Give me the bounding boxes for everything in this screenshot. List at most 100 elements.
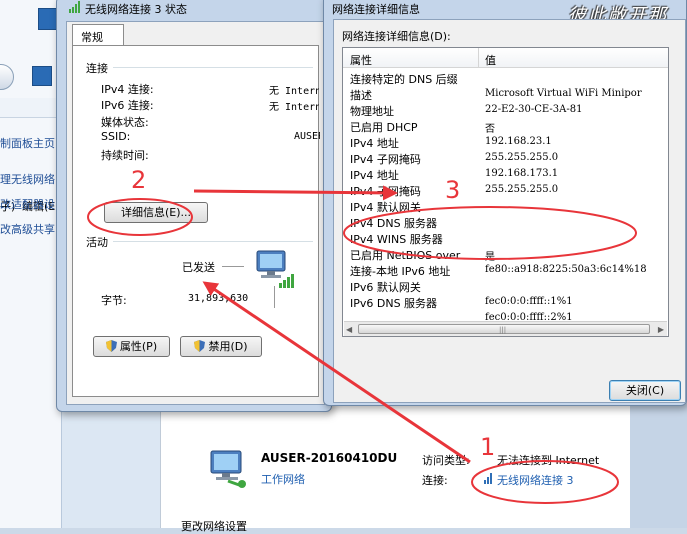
row-value: 192.168.23.1	[485, 136, 552, 147]
table-row[interactable]: IPv6 DNS 服务器 fec0:0:0:ffff::1%1	[343, 294, 668, 310]
close-button[interactable]: 关闭(C)	[609, 380, 681, 401]
row-property: 物理地址	[350, 105, 394, 118]
change-network-settings-heading: 更改网络设置	[181, 520, 247, 533]
row-value: 22-E2-30-CE-3A-81	[485, 104, 583, 115]
sidebar-item-advanced-sharing[interactable]: 改高级共享	[0, 221, 55, 237]
row-value: 192.168.173.1	[485, 168, 559, 179]
menu-bar: 子) 编辑(E)	[0, 98, 62, 213]
details-dialog-title: 网络连接详细信息	[332, 3, 420, 16]
row-property: 已启用 NetBIOS over	[350, 249, 461, 262]
table-row[interactable]: IPv4 地址 192.168.23.1	[343, 134, 668, 150]
table-row[interactable]: 已启用 NetBIOS over 是	[343, 246, 668, 263]
step-1-label: 1	[480, 433, 496, 461]
table-row[interactable]: IPv4 地址 192.168.173.1	[343, 166, 668, 182]
column-divider[interactable]	[478, 48, 479, 68]
status-dialog-body: 常规 连接 IPv4 连接: 无 Internet IPv6 连接: 无 Int…	[66, 21, 325, 405]
step-3-label: 3	[445, 176, 461, 204]
row-property: IPv4 子网掩码	[350, 153, 421, 166]
row-value: 否	[485, 124, 495, 135]
row-property: IPv4 DNS 服务器	[350, 217, 438, 230]
wireless-status-dialog: 无线网络连接 3 状态 常规 连接 IPv4 连接: 无 Internet IP…	[56, 0, 332, 412]
row-value: fec0:0:0:ffff::1%1	[485, 296, 573, 307]
network-activity-icon	[256, 250, 294, 288]
row-property: IPv6 DNS 服务器	[350, 297, 438, 310]
wireless-signal-icon	[484, 473, 492, 484]
tab-general[interactable]: 常规	[72, 24, 124, 46]
group-divider	[113, 241, 313, 242]
details-rows: 连接特定的 DNS 后缀 描述 Microsoft Virtual WiFi Min…	[343, 70, 668, 326]
step-2-label: 2	[131, 166, 147, 194]
table-row[interactable]: 连接-本地 IPv6 地址 fe80::a918:8225:50a3:6c14%1…	[343, 262, 668, 278]
connection-label: 连接:	[422, 474, 448, 487]
network-computer-icon	[210, 450, 246, 488]
disable-button[interactable]: 禁用(D)	[180, 336, 262, 357]
wireless-connection-link[interactable]: 无线网络连接 3	[497, 472, 574, 488]
column-header-property[interactable]: 属性	[350, 52, 372, 68]
row-property: 连接-本地 IPv6 地址	[350, 265, 451, 278]
row-property: 已启用 DHCP	[350, 121, 418, 134]
horizontal-scrollbar[interactable]: ◀ ||| ▶	[344, 321, 667, 336]
details-button[interactable]: 详细信息(E)...	[104, 202, 208, 223]
connection-group-label: 连接	[86, 62, 108, 75]
row-property: IPv6 默认网关	[350, 281, 421, 294]
sent-label: 已发送	[182, 261, 215, 274]
sidebar-item-change-adapter[interactable]: 改适配器设	[0, 196, 55, 212]
bytes-label: 字节:	[101, 294, 127, 307]
scrollbar-grip-icon: |||	[499, 326, 507, 334]
row-property: 连接特定的 DNS 后缀	[350, 73, 458, 86]
control-panel-icon	[32, 66, 52, 86]
row-property: IPv4 默认网关	[350, 201, 421, 214]
table-row[interactable]: 描述 Microsoft Virtual WiFi Minipor	[343, 86, 668, 102]
details-list[interactable]: 属性 值 连接特定的 DNS 后缀 描述 Microsoft Virtual WiF…	[342, 47, 669, 337]
table-row[interactable]: IPv4 WINS 服务器	[343, 230, 668, 246]
scroll-left-arrow-icon[interactable]: ◀	[346, 325, 352, 334]
row-value: 是	[485, 252, 495, 263]
sidebar-item-manage-wireless[interactable]: 理无线网络	[0, 171, 55, 187]
row-value: 255.255.255.0	[485, 184, 559, 195]
scroll-right-arrow-icon[interactable]: ▶	[658, 325, 664, 334]
row-property: 描述	[350, 89, 372, 102]
activity-divider	[274, 286, 275, 308]
row-value: Microsoft Virtual WiFi Minipor	[485, 88, 642, 99]
table-row[interactable]: IPv4 子网掩码 255.255.255.0	[343, 182, 668, 198]
properties-button-label: 属性(P)	[119, 340, 158, 353]
back-button[interactable]	[0, 64, 14, 90]
table-row[interactable]: IPv4 DNS 服务器	[343, 214, 668, 230]
row-property: IPv4 地址	[350, 137, 399, 150]
network-details-dialog: 网络连接详细信息 彼此敞开那 网络连接详细信息(D): 属性 值 连接特定的 D…	[323, 0, 687, 406]
table-row[interactable]: IPv4 子网掩码 255.255.255.0	[343, 150, 668, 166]
scrollbar-thumb[interactable]: |||	[358, 324, 650, 334]
table-row[interactable]: IPv6 默认网关	[343, 278, 668, 294]
details-caption: 网络连接详细信息(D):	[342, 30, 451, 43]
network-center-sidebar: 子) 编辑(E) 制面板主页 理无线网络 改适配器设 改高级共享	[0, 0, 62, 528]
general-tab-panel: 连接 IPv4 连接: 无 Internet IPv6 连接: 无 Intern…	[72, 45, 320, 397]
ipv6-connectivity-label: IPv6 连接:	[101, 99, 154, 112]
network-type-link[interactable]: 工作网络	[261, 471, 305, 487]
access-type-value: 无法连接到 Internet	[497, 454, 600, 467]
disable-button-label: 禁用(D)	[208, 340, 248, 353]
ipv4-connectivity-label: IPv4 连接:	[101, 83, 154, 96]
media-state-label: 媒体状态:	[101, 116, 149, 129]
bytes-sent-value: 31,893,630	[188, 293, 249, 304]
ipv4-connectivity-value: 无 Internet	[269, 86, 319, 97]
group-divider	[113, 67, 313, 68]
signal-bars-icon	[69, 1, 80, 13]
ipv6-connectivity-value: 无 Internet	[269, 102, 319, 113]
row-property: IPv4 地址	[350, 169, 399, 182]
row-property: IPv4 子网掩码	[350, 185, 421, 198]
table-row[interactable]: 连接特定的 DNS 后缀	[343, 70, 668, 86]
duration-label: 持续时间:	[101, 149, 149, 162]
access-type-label: 访问类型:	[422, 454, 470, 467]
uac-shield-icon	[105, 340, 117, 352]
properties-button[interactable]: 属性(P)	[93, 336, 170, 357]
status-dialog-title: 无线网络连接 3 状态	[85, 3, 187, 16]
table-row[interactable]: 物理地址 22-E2-30-CE-3A-81	[343, 102, 668, 118]
ssid-label: SSID:	[101, 130, 131, 143]
row-value: 255.255.255.0	[485, 152, 559, 163]
sidebar-item-control-panel-home[interactable]: 制面板主页	[0, 135, 55, 151]
column-header-value[interactable]: 值	[485, 52, 496, 68]
table-row[interactable]: IPv4 默认网关	[343, 198, 668, 214]
ssid-value: AUSER	[294, 131, 320, 142]
table-row[interactable]: 已启用 DHCP 否	[343, 118, 668, 135]
details-dialog-body: 网络连接详细信息(D): 属性 值 连接特定的 DNS 后缀 描述 Microsof…	[333, 19, 686, 403]
